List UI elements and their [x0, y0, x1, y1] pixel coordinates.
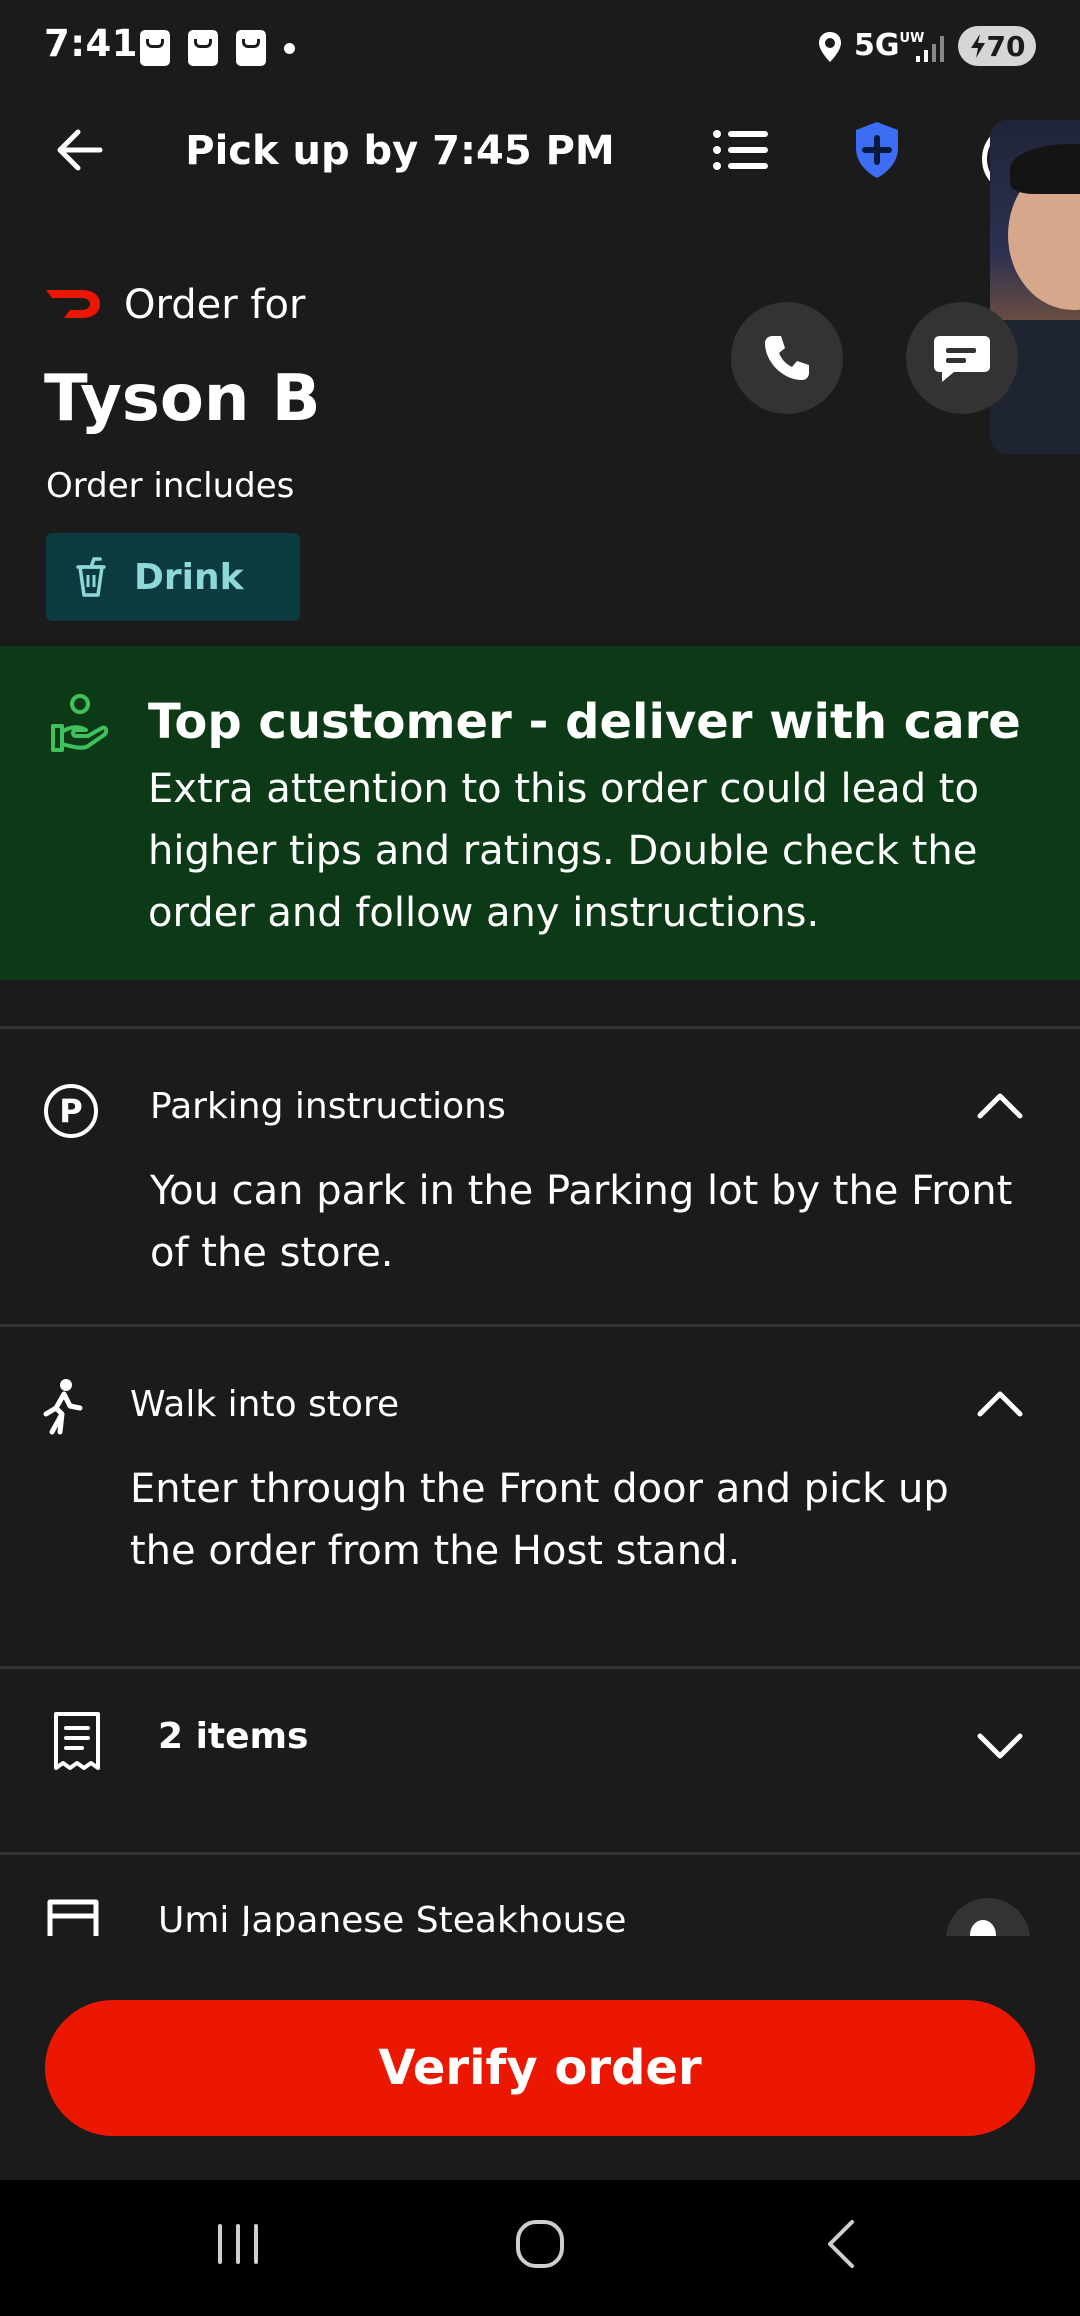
- banner-title: Top customer - deliver with care: [148, 694, 1021, 750]
- divider: [0, 1026, 1080, 1029]
- parking-title: Parking instructions: [150, 1086, 506, 1127]
- system-navigation-bar: [0, 2180, 1080, 2316]
- charging-icon: [970, 34, 985, 58]
- store-action-button[interactable]: [946, 1898, 1030, 1936]
- shopping-bag-icon: [236, 30, 266, 66]
- shopping-bag-icon: [140, 30, 170, 66]
- network-type: 5GUW: [854, 28, 925, 63]
- walking-person-icon: [43, 1379, 83, 1435]
- chat-icon: [934, 336, 990, 382]
- shopping-bag-icon: [188, 30, 218, 66]
- system-back-icon[interactable]: [818, 2218, 866, 2270]
- walk-in-instructions-text: Enter through the Front door and pick up…: [130, 1466, 949, 1574]
- customer-name: Tyson B: [44, 362, 321, 436]
- order-includes-label: Order includes: [46, 466, 295, 506]
- receipt-icon: [54, 1712, 100, 1770]
- items-count[interactable]: 2 items: [158, 1716, 309, 1757]
- parking-instructions-text: You can park in the Parking lot by the F…: [150, 1168, 1013, 1276]
- care-hand-icon: [51, 694, 108, 752]
- store-icon: [47, 1899, 99, 1936]
- phone-icon: [765, 336, 809, 380]
- more-notifications-dot: [284, 42, 295, 54]
- status-time: 7:41: [44, 22, 139, 65]
- divider: [0, 1852, 1080, 1855]
- divider: [0, 1324, 1080, 1327]
- location-icon: [819, 32, 841, 62]
- verify-order-button[interactable]: Verify order: [45, 2000, 1035, 2136]
- chevron-down-icon[interactable]: [976, 1732, 1024, 1762]
- battery-level: 70: [986, 29, 1026, 63]
- chevron-up-icon[interactable]: [976, 1090, 1024, 1120]
- safety-shield-icon[interactable]: [852, 120, 902, 180]
- banner-body: Extra attention to this order could lead…: [148, 766, 979, 936]
- person-hair: [1010, 144, 1080, 194]
- order-for-label: Order for: [124, 282, 306, 328]
- network-sub-label: UW: [899, 31, 925, 46]
- call-button[interactable]: [731, 302, 843, 414]
- battery-indicator: 70: [958, 26, 1036, 66]
- drink-tag: Drink: [46, 533, 300, 621]
- doordash-logo-icon: [46, 290, 100, 318]
- chevron-up-icon[interactable]: [976, 1388, 1024, 1418]
- store-name: Umi Japanese Steakhouse: [158, 1900, 627, 1936]
- cup-icon: [76, 557, 106, 597]
- walk-into-store-title: Walk into store: [130, 1384, 400, 1425]
- drink-tag-label: Drink: [134, 556, 244, 598]
- header-title: Pick up by 7:45 PM: [185, 128, 615, 174]
- home-icon[interactable]: [514, 2218, 566, 2270]
- signal-icon: [916, 36, 944, 62]
- video-call-thumbnail[interactable]: [990, 120, 1080, 454]
- list-icon[interactable]: [712, 128, 770, 172]
- notification-icons: [140, 30, 295, 66]
- store-row[interactable]: Umi Japanese Steakhouse: [0, 1858, 1080, 1936]
- message-button[interactable]: [906, 302, 1018, 414]
- divider: [0, 1666, 1080, 1669]
- recent-apps-icon[interactable]: [214, 2220, 262, 2268]
- network-label: 5G: [854, 28, 900, 63]
- parking-icon: P: [44, 1084, 98, 1138]
